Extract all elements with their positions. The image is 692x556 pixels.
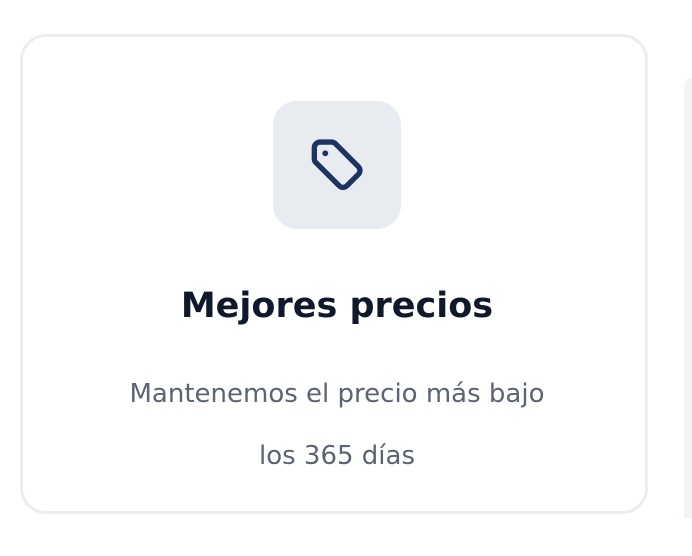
adjacent-card-edge xyxy=(684,78,692,518)
page: Mejores precios Mantenemos el precio más… xyxy=(0,0,692,556)
card-description-line-2: los 365 días xyxy=(258,441,416,471)
icon-tile xyxy=(273,101,401,229)
card-description-line-1: Mantenemos el precio más bajo xyxy=(129,379,545,409)
price-tag-icon xyxy=(311,139,363,191)
card-title: Mejores precios xyxy=(180,286,494,326)
card-description: Mantenemos el precio más bajo los 365 dí… xyxy=(23,363,651,487)
feature-card: Mejores precios Mantenemos el precio más… xyxy=(20,34,648,514)
